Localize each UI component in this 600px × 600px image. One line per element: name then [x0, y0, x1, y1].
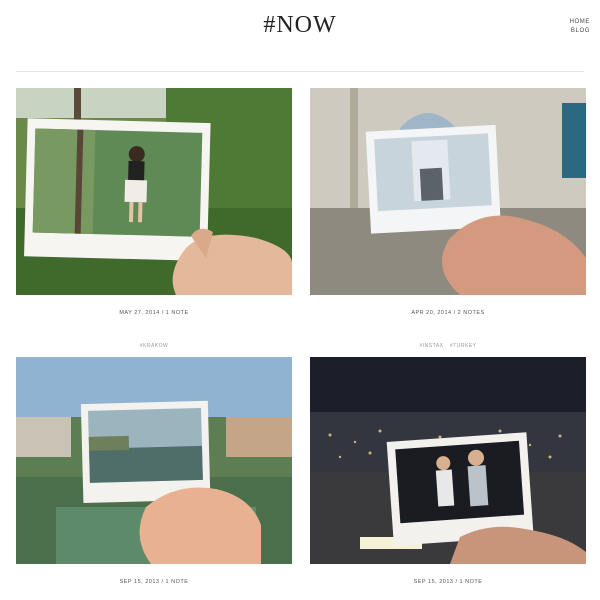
tag-link[interactable]: #TURKEY	[450, 343, 477, 349]
post-photo[interactable]	[16, 357, 292, 564]
nav-home-link[interactable]: HOME	[555, 18, 590, 27]
post-photo[interactable]	[16, 88, 292, 295]
nav-blog-link[interactable]: BLOG	[555, 27, 590, 36]
post-photo[interactable]	[310, 357, 586, 564]
post-meta[interactable]: APR 20, 2014 / 2 NOTES	[310, 310, 586, 316]
post-meta[interactable]: SEP 15, 2013 / 1 NOTE	[16, 579, 292, 585]
photo-hand-holding-polaroid-canal	[16, 357, 292, 564]
header-divider	[16, 71, 584, 72]
post-card: SEP 15, 2013 / 1 NOTE	[310, 357, 586, 585]
top-nav: HOME BLOG	[555, 18, 590, 36]
post-card: SEP 15, 2013 / 1 NOTE	[16, 357, 292, 585]
post-tags: #KRAKOW	[16, 334, 292, 352]
post-meta[interactable]: SEP 15, 2013 / 1 NOTE	[310, 579, 586, 585]
post-card: APR 20, 2014 / 2 NOTES #INSTAX #TURKEY	[310, 88, 586, 352]
post-meta[interactable]: MAY 27, 2014 / 1 NOTE	[16, 310, 292, 316]
post-card: MAY 27, 2014 / 1 NOTE #KRAKOW	[16, 88, 292, 352]
tag-link[interactable]: #INSTAX	[420, 343, 444, 349]
tag-link[interactable]: #KRAKOW	[140, 343, 169, 349]
post-photo[interactable]	[310, 88, 586, 295]
photo-hand-holding-polaroid-night-city	[310, 357, 586, 564]
post-tags: #INSTAX #TURKEY	[310, 334, 586, 352]
photo-hand-holding-polaroid-girl	[16, 88, 292, 295]
photo-hand-holding-polaroid-archway	[310, 88, 586, 295]
site-title[interactable]: #NOW	[0, 12, 600, 39]
